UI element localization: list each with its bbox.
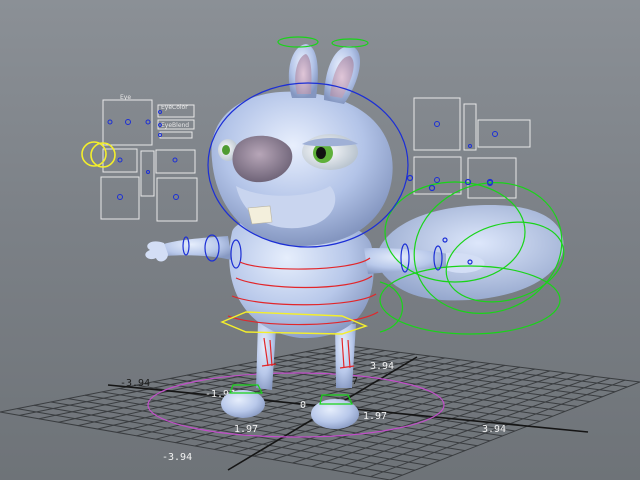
body-picker-handles[interactable] (434, 121, 498, 186)
eye-right-pupil (316, 147, 326, 159)
viewport-scene[interactable]: -3.94 -1.97 0 1.97 3.94 1.97 3.94 1.97 -… (0, 0, 640, 480)
picker-eyeblend-label: EyeBlend (161, 122, 189, 129)
picker-eyecolor-label: EyeColor (161, 104, 188, 111)
maya-viewport[interactable]: -3.94 -1.97 0 1.97 3.94 1.97 3.94 1.97 -… (0, 0, 640, 480)
foot-left[interactable] (221, 390, 265, 418)
eye-left-iris (222, 145, 230, 155)
grid-label-origin: 0 (300, 400, 306, 411)
grid-label-left-far: -3.94 (120, 378, 150, 389)
grid-label-front-far: -3.94 (162, 452, 192, 463)
grid-label-front-near: 1.97 (234, 424, 258, 435)
teeth (247, 205, 273, 225)
grid-label-right-near: 1.97 (363, 411, 387, 422)
facial-picker-panel (100, 99, 198, 222)
eye-selector-icon[interactable] (81, 141, 116, 168)
picker-eye-label: Eye (120, 94, 131, 101)
grid-label-right-far: 3.94 (482, 424, 506, 435)
grid-label-back-far: 3.94 (370, 361, 394, 372)
arm-left[interactable] (164, 236, 232, 260)
